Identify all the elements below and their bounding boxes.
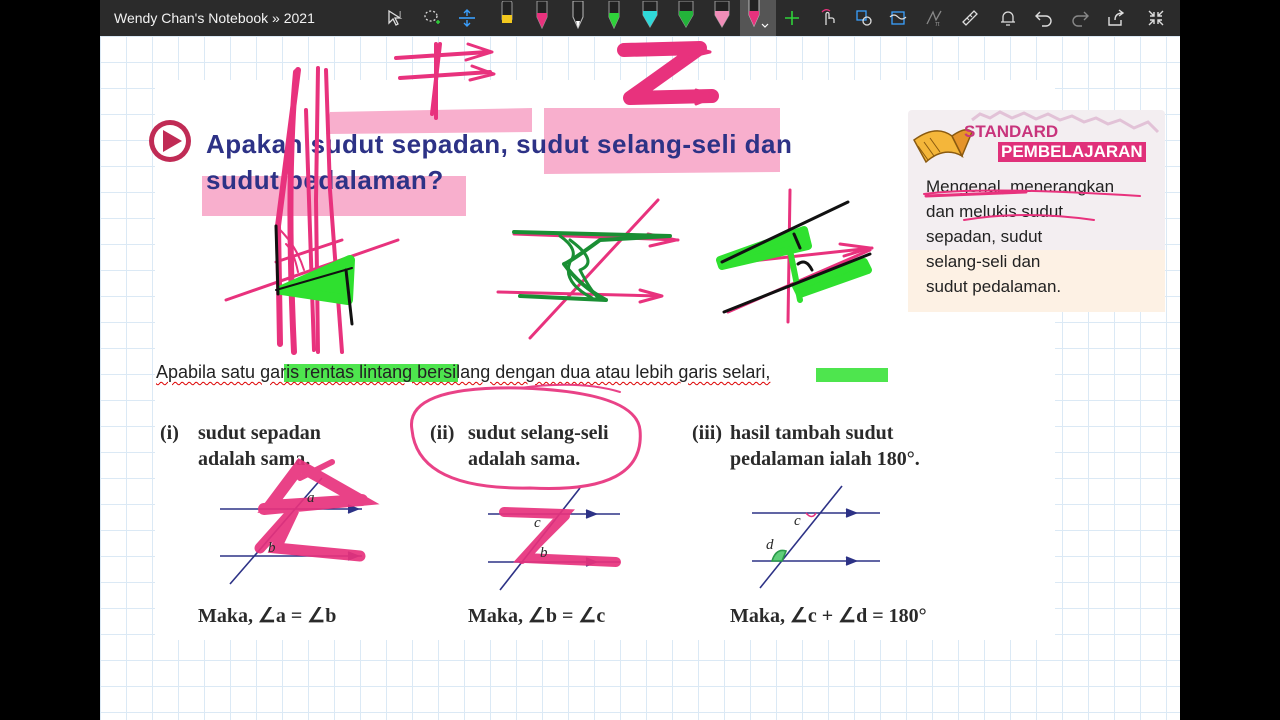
notebook-window: Wendy Chan's Notebook » 2021 I π Apakah … (100, 0, 1180, 720)
handwritten-ink (224, 41, 1141, 355)
